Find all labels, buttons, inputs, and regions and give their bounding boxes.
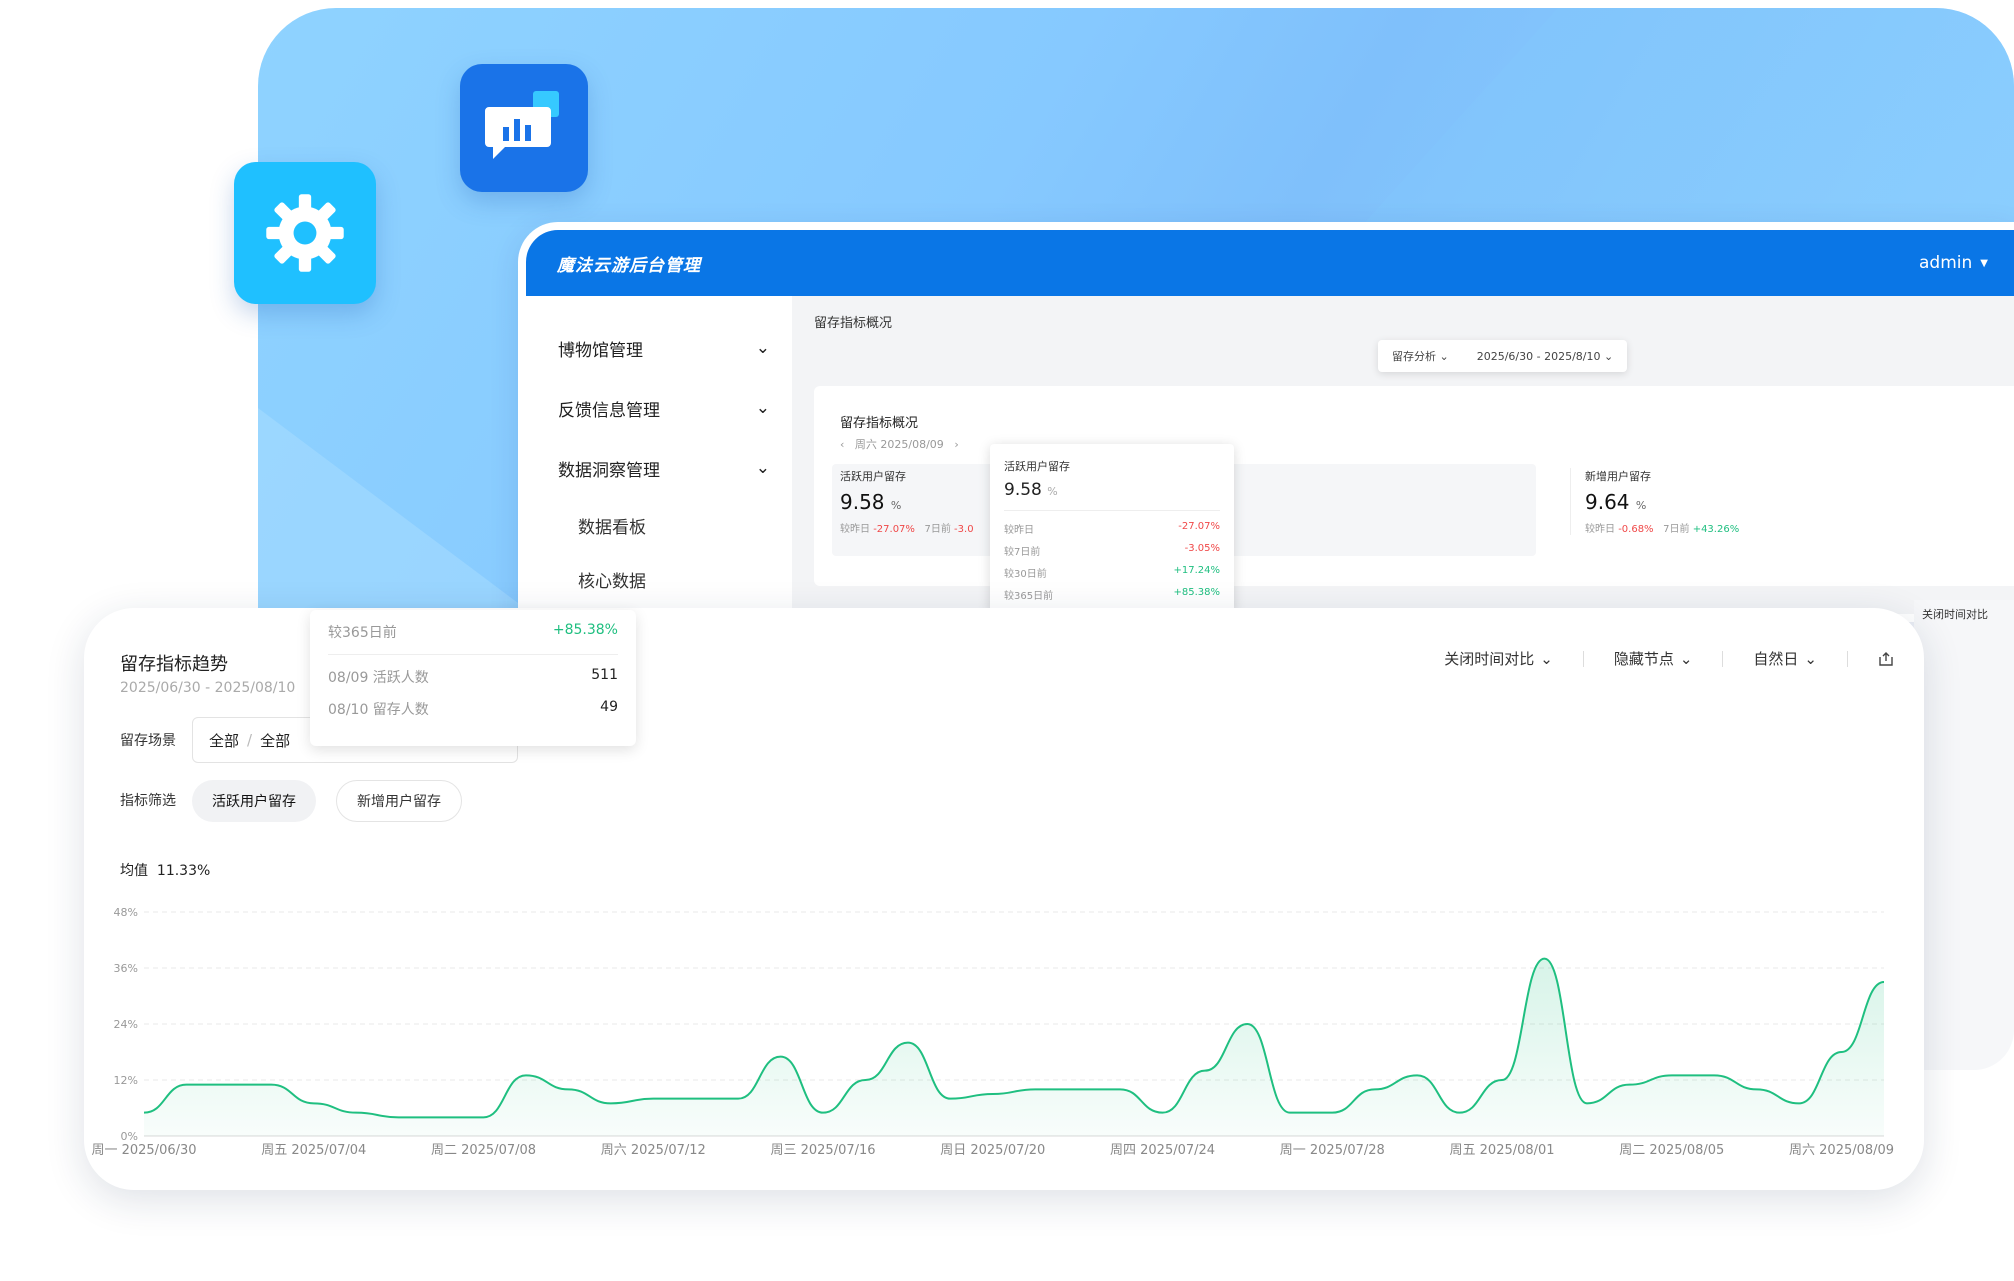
x-tick-label: 周五 2025/08/01: [1450, 1143, 1555, 1158]
metric-active: 活跃用户留存 9.58 % 较昨日 -27.07% 7日前 -3.0: [840, 470, 974, 535]
series-area: [144, 958, 1884, 1136]
sidebar-item-label: 博物馆管理: [558, 340, 643, 361]
chevron-down-icon: ⌄: [755, 338, 770, 358]
x-tick-label: 周五 2025/07/04: [261, 1143, 366, 1158]
analysis-select[interactable]: 留存分析 ⌄: [1392, 348, 1449, 364]
x-tick-label: 周一 2025/06/30: [91, 1143, 196, 1158]
sidebar-item-label: 数据洞察管理: [558, 460, 660, 481]
y-tick-label: 36%: [114, 962, 138, 975]
admin-window: 魔法云游后台管理 admin ▼ 博物馆管理 ⌄ 反馈信息管理 ⌄ 数据洞察管理…: [518, 222, 2014, 622]
stage: 魔法云游后台管理 admin ▼ 博物馆管理 ⌄ 反馈信息管理 ⌄ 数据洞察管理…: [0, 0, 2014, 1281]
metric-new[interactable]: 新增用户留存 9.64 % 较昨日 -0.68% 7日前 +43.26%: [1570, 468, 1739, 535]
y-tick-label: 12%: [114, 1074, 138, 1087]
panel-title: 留存指标概况: [840, 416, 919, 431]
panel-date: ‹ 周六 2025/08/09 ›: [840, 438, 959, 451]
metric-tooltip: 活跃用户留存 9.58 % 较昨日 -27.07% 较7日前 -3.05% 较30日…: [990, 444, 1234, 614]
trend-tooltip: 较365日前 +85.38% 08/09 活跃人数 511 08/10 留存人数 49: [310, 610, 636, 746]
x-tick-label: 周三 2025/07/16: [770, 1143, 875, 1158]
x-tick-label: 周六 2025/07/12: [601, 1143, 706, 1158]
x-tick-label: 周二 2025/08/05: [1619, 1143, 1724, 1158]
user-menu[interactable]: admin ▼: [1919, 253, 1988, 273]
next-day-icon[interactable]: ›: [954, 438, 958, 451]
prev-day-icon[interactable]: ‹: [840, 438, 844, 451]
admin-main: 留存指标概况 留存分析 ⌄ 2025/6/30 - 2025/8/10 ⌄ 留存…: [792, 296, 2014, 614]
x-tick-label: 周六 2025/08/09: [1789, 1143, 1894, 1158]
gear-icon: [234, 162, 376, 304]
date-range-select[interactable]: 2025/6/30 - 2025/8/10 ⌄: [1477, 350, 1614, 363]
chevron-down-icon: ⌄: [755, 398, 770, 418]
admin-header: 魔法云游后台管理 admin ▼: [526, 230, 2014, 296]
sidebar-subitem-dashboard[interactable]: 数据看板: [526, 498, 792, 552]
sidebar-item-insight[interactable]: 数据洞察管理 ⌄: [526, 438, 792, 498]
app-title: 魔法云游后台管理: [557, 255, 701, 276]
x-tick-label: 周四 2025/07/24: [1110, 1143, 1215, 1158]
y-tick-label: 0%: [121, 1130, 138, 1143]
page-title: 留存指标概况: [814, 316, 893, 331]
x-tick-label: 周二 2025/07/08: [431, 1143, 536, 1158]
sidebar-item-feedback[interactable]: 反馈信息管理 ⌄: [526, 378, 792, 438]
x-tick-label: 周一 2025/07/28: [1280, 1143, 1385, 1158]
caret-down-icon: ▼: [1980, 257, 1988, 269]
background-chart-fragment: 关闭时间对比: [1914, 600, 2014, 1070]
sidebar-item-label: 反馈信息管理: [558, 400, 660, 421]
x-tick-label: 周日 2025/07/20: [940, 1143, 1045, 1158]
ghost-compare-label: 关闭时间对比: [1922, 608, 1988, 621]
sidebar-subitem-core-data[interactable]: 核心数据: [526, 552, 792, 606]
y-tick-label: 24%: [114, 1018, 138, 1031]
chevron-down-icon: ⌄: [755, 458, 770, 478]
y-tick-label: 48%: [114, 906, 138, 919]
sidebar: 博物馆管理 ⌄ 反馈信息管理 ⌄ 数据洞察管理 ⌄ 数据看板 核心数据: [526, 296, 792, 614]
chart-chat-icon: [460, 64, 588, 192]
sidebar-item-museum[interactable]: 博物馆管理 ⌄: [526, 318, 792, 378]
user-name: admin: [1919, 253, 1973, 273]
analysis-filter[interactable]: 留存分析 ⌄ 2025/6/30 - 2025/8/10 ⌄: [1378, 340, 1628, 372]
